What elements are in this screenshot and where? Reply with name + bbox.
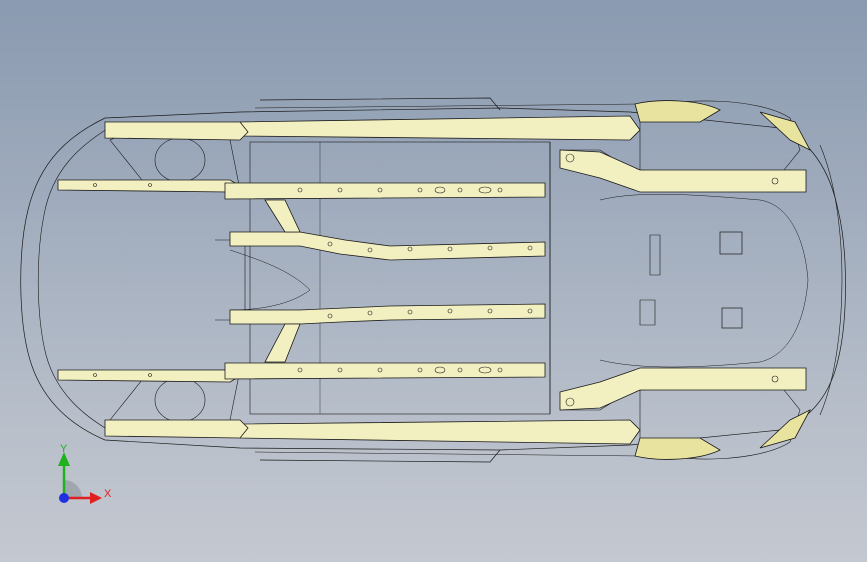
orientation-triad[interactable]: Y X <box>44 440 124 520</box>
rear-rail-top <box>559 149 807 193</box>
left-side-sill <box>239 115 641 141</box>
z-axis-dot-icon <box>59 493 69 503</box>
main-rail-top <box>224 182 546 200</box>
y-axis-label: Y <box>60 443 68 455</box>
front-rail-top-outer <box>104 121 249 141</box>
cad-viewport[interactable]: Y X <box>0 0 867 562</box>
x-axis-label: X <box>104 488 112 500</box>
tunnel-rail-lower <box>229 303 546 325</box>
right-side-sill <box>239 419 641 445</box>
body-outline <box>20 107 846 451</box>
tunnel-rail-upper <box>229 231 546 261</box>
x-axis-arrow-icon <box>90 492 102 504</box>
body-outline-inner <box>37 125 113 433</box>
rear-rail-bottom <box>559 367 807 411</box>
car-frame-model[interactable] <box>0 0 867 562</box>
front-rail-bottom-outer <box>104 419 249 439</box>
main-rail-bottom <box>224 362 546 380</box>
